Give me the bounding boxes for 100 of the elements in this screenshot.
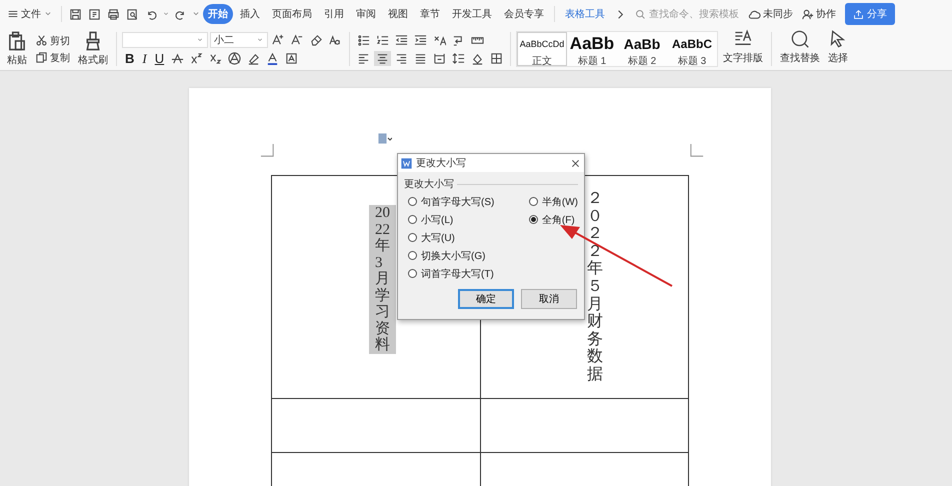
grow-font-icon — [272, 33, 285, 46]
close-button[interactable] — [570, 158, 581, 168]
ribbon-tab[interactable]: 引用 — [319, 4, 349, 24]
dialog-title: 更改大小写 — [416, 156, 467, 170]
line-spacing-icon — [452, 52, 465, 64]
menu-icon — [7, 8, 19, 20]
radio-option[interactable]: 切换大小写(G) — [408, 248, 494, 263]
scissors-icon — [35, 34, 48, 47]
copy-button[interactable]: 复制 — [33, 50, 72, 64]
selected-cell-text: 2022 年 3 月学习资料 — [369, 205, 396, 354]
decrease-indent-button[interactable] — [393, 32, 410, 48]
highlighter-icon — [247, 52, 260, 65]
format-painter-button[interactable]: 格式刷 — [75, 30, 111, 68]
copy-icon — [35, 51, 48, 64]
option-label: 小写(L) — [421, 214, 454, 226]
ribbon-tab[interactable]: 章节 — [415, 4, 445, 24]
find-replace-button[interactable]: 查找替换 — [777, 28, 823, 70]
character-border-icon — [285, 52, 298, 65]
radio-button[interactable] — [528, 215, 538, 224]
option-label: 全角(F) — [542, 214, 575, 226]
sync-button[interactable]: 未同步 — [745, 5, 796, 23]
export-document-icon — [88, 8, 101, 20]
font-color-icon — [266, 52, 280, 65]
numbered-list-icon — [376, 34, 389, 46]
shading-icon — [471, 52, 484, 64]
radio-button[interactable] — [408, 233, 417, 242]
print-preview-icon — [126, 8, 139, 20]
file-menu-button[interactable]: 文件 — [4, 5, 56, 23]
radio-option[interactable]: 小写(L) — [408, 212, 494, 227]
font-size-field[interactable]: 小二 — [210, 32, 268, 48]
close-icon — [570, 158, 581, 168]
paste-button[interactable]: 粘贴 — [4, 30, 30, 68]
cell-text: ２０２２年５月财务数据 — [587, 190, 603, 384]
select-button[interactable]: 选择 — [825, 28, 851, 70]
increase-indent-button[interactable] — [412, 32, 429, 48]
bullet-list-icon — [357, 34, 370, 46]
justify-icon — [414, 52, 427, 64]
ribbon-tab[interactable]: 页面布局 — [267, 4, 317, 24]
radio-button[interactable] — [408, 269, 417, 278]
print-icon — [107, 8, 120, 20]
option-label: 大写(U) — [421, 232, 455, 244]
ribbon-tab[interactable]: 插入 — [235, 4, 265, 24]
style-label: 标题 1 — [578, 54, 606, 65]
text-effect-icon — [228, 52, 242, 65]
clipboard-icon — [7, 31, 27, 51]
align-right-icon — [395, 52, 408, 64]
borders-icon — [490, 52, 503, 64]
text-layout-button[interactable]: 文字排版 — [720, 28, 766, 70]
clear-format-icon — [310, 33, 323, 46]
cut-button[interactable]: 剪切 — [33, 34, 72, 48]
search-icon — [790, 29, 810, 49]
save-icon — [69, 8, 82, 20]
option-label: 半角(W) — [542, 196, 578, 208]
caret-icon — [162, 10, 170, 18]
ribbon-tab[interactable]: 开发工具 — [447, 4, 497, 24]
italic-button[interactable]: I — [139, 50, 150, 66]
style-option[interactable]: AaBb 标题 1 — [567, 32, 617, 66]
text-effect-button[interactable] — [226, 51, 244, 66]
dialog-button[interactable]: 确定 — [458, 289, 514, 309]
radio-option[interactable]: 大写(U) — [408, 230, 494, 245]
style-preview: AaBbCcDd — [520, 38, 564, 51]
line-break-icon — [452, 34, 465, 46]
command-search-field[interactable]: 查找命令、搜索模板 — [635, 8, 743, 20]
bold-button[interactable]: B — [122, 51, 138, 66]
dialog-button[interactable]: 取消 — [521, 289, 577, 309]
search-icon — [635, 8, 646, 20]
style-option[interactable]: AaBb 标题 2 — [617, 32, 667, 66]
radio-button[interactable] — [528, 197, 538, 206]
align-center-icon — [376, 52, 389, 64]
change-case-icon — [329, 33, 342, 46]
group-label: 更改大小写 — [404, 178, 454, 191]
underline-button[interactable]: U — [152, 51, 168, 66]
radio-option[interactable]: 词首字母大写(T) — [408, 266, 494, 281]
share-icon — [853, 8, 864, 20]
radio-option[interactable]: 句首字母大写(S) — [408, 194, 494, 209]
align-center-button[interactable] — [374, 50, 391, 66]
radio-button[interactable] — [408, 251, 417, 260]
ribbon-tab[interactable]: 会员专享 — [499, 4, 549, 24]
style-preview: AaBbC — [672, 36, 712, 53]
option-label: 词首字母大写(T) — [421, 268, 494, 280]
radio-button[interactable] — [408, 215, 417, 224]
collaborate-button[interactable]: 协作 — [798, 5, 839, 23]
ribbon-tab[interactable]: 审阅 — [351, 4, 381, 24]
style-preview: AaBb — [570, 34, 614, 54]
subscript-icon — [209, 52, 222, 65]
ribbon-tab[interactable]: 表格工具 — [560, 4, 610, 24]
line-spacing-button[interactable] — [450, 50, 467, 66]
add-person-icon — [801, 8, 814, 20]
ribbon-tab[interactable]: 开始 — [203, 4, 233, 24]
radio-button[interactable] — [408, 197, 417, 206]
share-button[interactable]: 分享 — [845, 3, 895, 25]
style-option[interactable]: AaBbC 标题 3 — [667, 32, 717, 66]
option-label: 句首字母大写(S) — [421, 196, 494, 208]
style-option[interactable]: AaBbCcDd 正文 — [517, 32, 567, 66]
increase-indent-icon — [414, 34, 427, 46]
option-label: 切换大小写(G) — [421, 250, 486, 262]
font-name-field[interactable] — [122, 32, 208, 48]
margin-corner-mark — [689, 143, 705, 159]
ribbon-tab[interactable]: 视图 — [383, 4, 413, 24]
radio-option[interactable]: 半角(W) — [528, 194, 578, 209]
